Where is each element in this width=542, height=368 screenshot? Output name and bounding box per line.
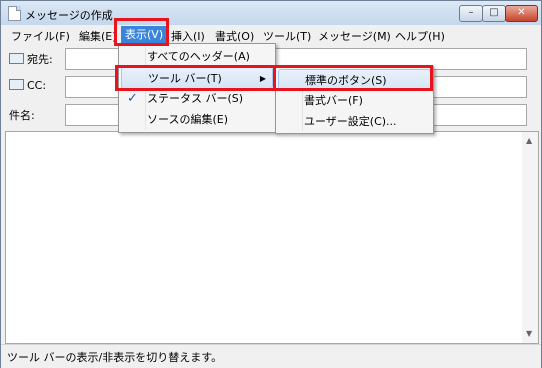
menu-file[interactable]: ファイル(F) <box>11 28 70 44</box>
highlight-box-standard-buttons <box>273 65 433 91</box>
address-book-icon[interactable] <box>9 53 24 64</box>
minimize-button[interactable]: – <box>459 5 483 22</box>
title-bar: メッセージの作成 – □ ✕ <box>1 1 541 25</box>
highlight-box-toolbar-item <box>115 65 276 91</box>
address-book-icon[interactable] <box>9 79 24 90</box>
checkmark-icon: ✓ <box>127 91 138 106</box>
menu-tools[interactable]: ツール(T) <box>263 28 311 44</box>
document-icon <box>8 6 21 21</box>
window-title: メッセージの作成 <box>25 9 113 22</box>
menu-format[interactable]: 書式(O) <box>215 28 254 44</box>
menu-edit[interactable]: 編集(E) <box>79 28 117 44</box>
maximize-button[interactable]: □ <box>482 5 506 22</box>
status-text: ツール バーの表示/非表示を切り替えます。 <box>7 351 223 364</box>
menu-item-format-bar[interactable]: 書式バー(F) <box>278 90 429 112</box>
menu-item-status-bar[interactable]: ✓ ステータス バー(S) <box>121 88 271 110</box>
scroll-up-icon[interactable]: ▲ <box>526 136 532 145</box>
menu-insert[interactable]: 挿入(I) <box>171 28 205 44</box>
menu-item-customize[interactable]: ユーザー設定(C)... <box>278 111 429 133</box>
status-bar: ツール バーの表示/非表示を切り替えます。 <box>1 344 541 368</box>
menu-message[interactable]: メッセージ(M) <box>318 28 391 44</box>
highlight-box-view-menu <box>114 18 169 46</box>
vertical-scrollbar[interactable]: ▲ ▼ <box>522 132 538 343</box>
to-label: 宛先: <box>9 51 53 67</box>
menu-help[interactable]: ヘルプ(H) <box>395 28 445 44</box>
close-button[interactable]: ✕ <box>505 5 538 22</box>
scroll-down-icon[interactable]: ▼ <box>526 329 532 338</box>
cc-label: CC: <box>9 79 46 92</box>
menu-item-edit-source[interactable]: ソースの編集(E) <box>121 109 271 131</box>
subject-label: 件名: <box>9 109 35 122</box>
message-body[interactable]: ▲ ▼ <box>5 131 539 344</box>
menu-bar: ファイル(F) 編集(E) 表示(V) 挿入(I) 書式(O) ツール(T) メ… <box>1 26 541 44</box>
